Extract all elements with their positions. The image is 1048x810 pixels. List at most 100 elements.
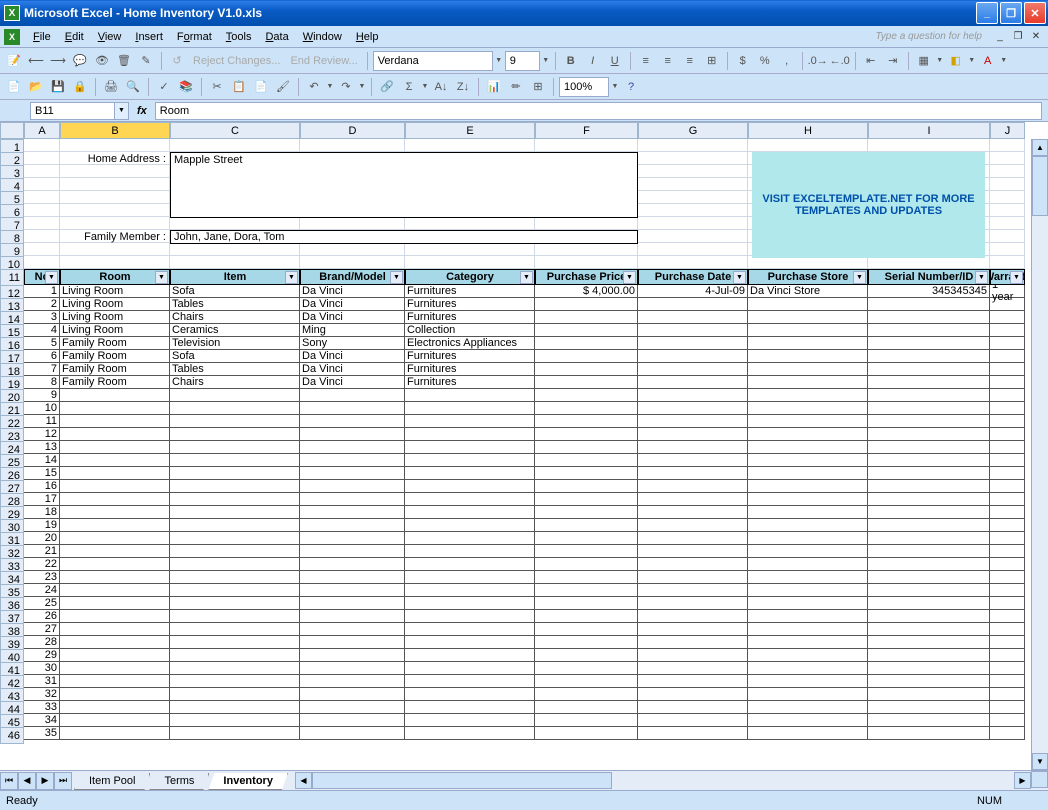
cell[interactable] — [170, 519, 300, 532]
col-header-I[interactable]: I — [868, 122, 990, 139]
cell[interactable] — [300, 256, 405, 269]
table-header-room[interactable]: Room▼ — [60, 269, 170, 285]
cell[interactable] — [990, 217, 1025, 230]
cell[interactable] — [990, 519, 1025, 532]
cell[interactable] — [300, 506, 405, 519]
cell[interactable] — [990, 688, 1025, 701]
zoom-select[interactable]: 100% — [559, 77, 609, 97]
cell-item[interactable]: Chairs — [170, 311, 300, 324]
print-preview-icon[interactable]: 🔍 — [123, 77, 143, 97]
cell[interactable] — [170, 701, 300, 714]
cell[interactable] — [60, 727, 170, 740]
cell[interactable] — [638, 662, 748, 675]
cell[interactable] — [170, 545, 300, 558]
cell[interactable] — [170, 506, 300, 519]
cell[interactable] — [170, 243, 300, 256]
filter-dropdown-icon[interactable]: ▼ — [45, 271, 58, 284]
cell[interactable] — [638, 584, 748, 597]
cell-store[interactable] — [748, 311, 868, 324]
filter-dropdown-icon[interactable]: ▼ — [1010, 271, 1023, 284]
show-all-icon[interactable]: 👁 — [92, 51, 112, 71]
cell[interactable] — [638, 675, 748, 688]
table-header-item[interactable]: Item▼ — [170, 269, 300, 285]
cell[interactable] — [638, 532, 748, 545]
cell[interactable] — [170, 662, 300, 675]
decrease-indent-icon[interactable]: ⇤ — [861, 51, 881, 71]
cell-no[interactable]: 22 — [24, 558, 60, 571]
cell[interactable] — [748, 584, 868, 597]
cell[interactable] — [748, 558, 868, 571]
cell[interactable] — [990, 165, 1025, 178]
cell[interactable] — [405, 662, 535, 675]
row-header-46[interactable]: 46 — [0, 727, 24, 744]
cell[interactable] — [638, 636, 748, 649]
cell-serial[interactable]: 345345345 — [868, 285, 990, 298]
cell[interactable] — [535, 243, 638, 256]
cell[interactable] — [638, 571, 748, 584]
promo-banner[interactable]: VISIT EXCELTEMPLATE.NET FOR MORE TEMPLAT… — [752, 152, 985, 258]
cell[interactable] — [748, 532, 868, 545]
table-header-no[interactable]: No▼ — [24, 269, 60, 285]
cell-no[interactable]: 15 — [24, 467, 60, 480]
cell-room[interactable]: Living Room — [60, 285, 170, 298]
cell[interactable] — [638, 714, 748, 727]
mdi-close-button[interactable]: ✕ — [1028, 30, 1044, 44]
cell[interactable] — [748, 649, 868, 662]
col-header-G[interactable]: G — [638, 122, 748, 139]
cell[interactable] — [868, 467, 990, 480]
spelling-icon[interactable]: ✓ — [154, 77, 174, 97]
cell-no[interactable]: 8 — [24, 376, 60, 389]
cell-serial[interactable] — [868, 311, 990, 324]
cell[interactable] — [748, 402, 868, 415]
cell-no[interactable]: 23 — [24, 571, 60, 584]
cell[interactable] — [535, 493, 638, 506]
sort-desc-icon[interactable]: Z↓ — [453, 77, 473, 97]
cell[interactable] — [535, 532, 638, 545]
col-header-B[interactable]: B — [60, 122, 170, 139]
cell[interactable] — [638, 178, 748, 191]
cell[interactable] — [300, 441, 405, 454]
cell-no[interactable]: 34 — [24, 714, 60, 727]
cell-store[interactable]: Da Vinci Store — [748, 285, 868, 298]
cell[interactable] — [300, 610, 405, 623]
cell[interactable] — [868, 727, 990, 740]
cell[interactable] — [405, 597, 535, 610]
cell[interactable] — [748, 675, 868, 688]
cell[interactable] — [60, 178, 170, 191]
cell[interactable] — [990, 402, 1025, 415]
cell[interactable] — [405, 675, 535, 688]
cell[interactable] — [60, 165, 170, 178]
cell-no[interactable]: 14 — [24, 454, 60, 467]
cell[interactable] — [638, 623, 748, 636]
table-header-serial-number-id[interactable]: Serial Number/ID▼ — [868, 269, 990, 285]
cell-no[interactable]: 21 — [24, 545, 60, 558]
align-center-icon[interactable]: ≡ — [658, 51, 678, 71]
cell-warranty[interactable] — [990, 337, 1025, 350]
cell[interactable] — [990, 727, 1025, 740]
cell[interactable] — [300, 584, 405, 597]
cell[interactable] — [300, 636, 405, 649]
col-header-J[interactable]: J — [990, 122, 1025, 139]
cell-category[interactable]: Collection — [405, 324, 535, 337]
cell[interactable] — [405, 467, 535, 480]
cell-no[interactable]: 18 — [24, 506, 60, 519]
cell[interactable] — [170, 389, 300, 402]
cell[interactable] — [535, 467, 638, 480]
cell[interactable] — [748, 701, 868, 714]
cell-price[interactable] — [535, 298, 638, 311]
cell[interactable] — [748, 610, 868, 623]
cell[interactable] — [868, 428, 990, 441]
cell[interactable] — [60, 688, 170, 701]
bold-button[interactable]: B — [561, 51, 581, 71]
font-color-icon[interactable]: A — [978, 51, 998, 71]
cell-brand[interactable]: Da Vinci — [300, 285, 405, 298]
cell[interactable] — [60, 402, 170, 415]
cell[interactable] — [60, 532, 170, 545]
cell[interactable] — [405, 389, 535, 402]
menu-data[interactable]: Data — [258, 28, 295, 46]
cell[interactable] — [990, 597, 1025, 610]
cell-no[interactable]: 10 — [24, 402, 60, 415]
cell[interactable] — [60, 571, 170, 584]
cell-price[interactable] — [535, 324, 638, 337]
cell-store[interactable] — [748, 337, 868, 350]
